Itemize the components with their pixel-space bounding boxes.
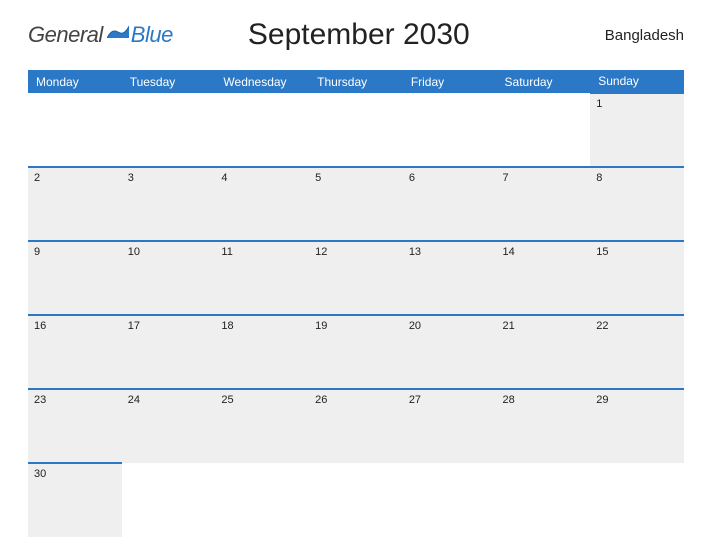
calendar-day-cell: 17	[122, 315, 216, 389]
calendar-day-cell: 23	[28, 389, 122, 463]
calendar-day-cell: 16	[28, 315, 122, 389]
calendar-day-cell: 30	[28, 463, 122, 537]
calendar-day-cell: 27	[403, 389, 497, 463]
weekday-header-row: Monday Tuesday Wednesday Thursday Friday…	[28, 70, 684, 93]
country-label: Bangladesh	[605, 27, 684, 44]
calendar-day-cell	[590, 463, 684, 537]
calendar-week-row: 1	[28, 93, 684, 167]
calendar-day-cell: 15	[590, 241, 684, 315]
calendar-day-cell: 29	[590, 389, 684, 463]
calendar-day-cell: 4	[215, 167, 309, 241]
calendar-title: September 2030	[113, 18, 605, 52]
calendar-day-cell: 24	[122, 389, 216, 463]
calendar-day-cell: 11	[215, 241, 309, 315]
calendar-day-cell: 18	[215, 315, 309, 389]
calendar-day-cell: 21	[497, 315, 591, 389]
weekday-header: Tuesday	[122, 70, 216, 93]
calendar-day-cell: 7	[497, 167, 591, 241]
calendar-day-cell: 13	[403, 241, 497, 315]
calendar-day-cell	[497, 463, 591, 537]
calendar-day-cell	[497, 93, 591, 167]
calendar-day-cell	[403, 93, 497, 167]
calendar-week-row: 16171819202122	[28, 315, 684, 389]
calendar-grid: Monday Tuesday Wednesday Thursday Friday…	[28, 70, 684, 537]
calendar-body: 1234567891011121314151617181920212223242…	[28, 93, 684, 537]
calendar-day-cell: 22	[590, 315, 684, 389]
calendar-day-cell: 3	[122, 167, 216, 241]
calendar-week-row: 2345678	[28, 167, 684, 241]
calendar-day-cell: 8	[590, 167, 684, 241]
weekday-header: Sunday	[590, 70, 684, 93]
calendar-day-cell: 20	[403, 315, 497, 389]
calendar-day-cell: 9	[28, 241, 122, 315]
calendar-header: General Blue September 2030 Bangladesh	[28, 18, 684, 52]
calendar-day-cell: 10	[122, 241, 216, 315]
calendar-day-cell: 12	[309, 241, 403, 315]
weekday-header: Wednesday	[215, 70, 309, 93]
calendar-day-cell	[215, 463, 309, 537]
calendar-day-cell: 25	[215, 389, 309, 463]
calendar-week-row: 23242526272829	[28, 389, 684, 463]
calendar-week-row: 30	[28, 463, 684, 537]
calendar-day-cell: 1	[590, 93, 684, 167]
calendar-day-cell: 28	[497, 389, 591, 463]
calendar-day-cell: 19	[309, 315, 403, 389]
calendar-day-cell	[215, 93, 309, 167]
weekday-header: Saturday	[497, 70, 591, 93]
calendar-day-cell	[122, 93, 216, 167]
calendar-day-cell: 5	[309, 167, 403, 241]
calendar-week-row: 9101112131415	[28, 241, 684, 315]
calendar-day-cell	[309, 463, 403, 537]
calendar-day-cell: 14	[497, 241, 591, 315]
calendar-day-cell: 26	[309, 389, 403, 463]
calendar-day-cell: 2	[28, 167, 122, 241]
calendar-day-cell	[403, 463, 497, 537]
logo-text-general: General	[28, 22, 103, 48]
weekday-header: Thursday	[309, 70, 403, 93]
calendar-day-cell	[28, 93, 122, 167]
calendar-day-cell: 6	[403, 167, 497, 241]
weekday-header: Monday	[28, 70, 122, 93]
weekday-header: Friday	[403, 70, 497, 93]
calendar-day-cell	[309, 93, 403, 167]
calendar-day-cell	[122, 463, 216, 537]
